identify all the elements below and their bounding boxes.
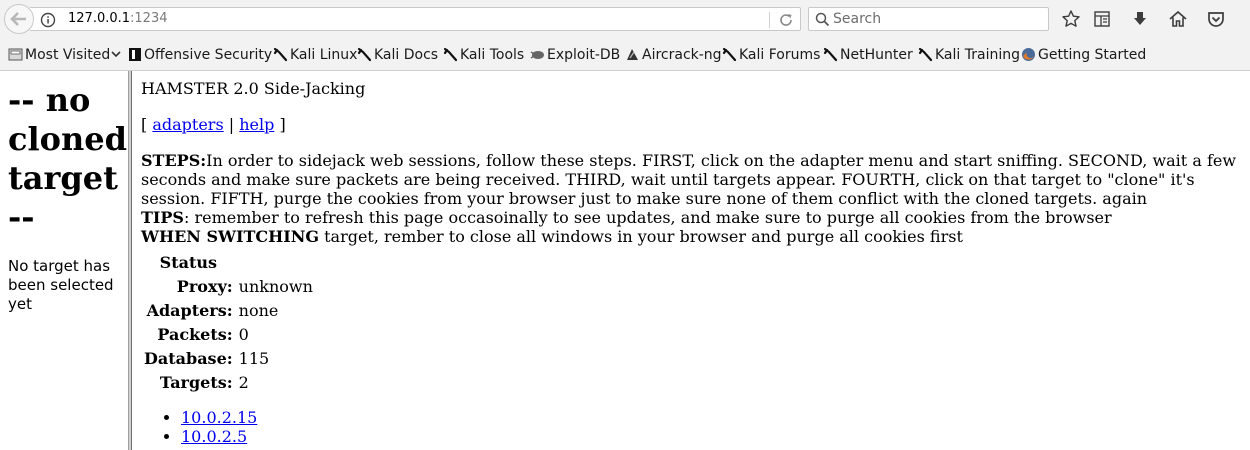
status-value: unknown bbox=[238, 276, 313, 296]
switching-label: WHEN SWITCHING bbox=[141, 227, 320, 246]
bookmark-label: Kali Linux bbox=[290, 47, 358, 63]
bookmark-label: NetHunter bbox=[840, 47, 913, 63]
no-target-message: No target has been selected yet bbox=[8, 257, 114, 313]
bookmark-kali-forums[interactable]: Kali Forums bbox=[722, 46, 820, 64]
steps-text: In order to sidejack web sessions, follo… bbox=[141, 151, 1237, 208]
page-title: HAMSTER 2.0 Side-Jacking bbox=[141, 79, 366, 98]
search-icon bbox=[815, 12, 830, 31]
home-icon[interactable] bbox=[1168, 9, 1188, 29]
reload-icon[interactable] bbox=[778, 12, 794, 32]
bookmark-exploit-db[interactable]: Exploit-DB bbox=[530, 46, 620, 64]
offsec-icon bbox=[128, 47, 142, 67]
folder-icon bbox=[8, 47, 23, 67]
status-label: Database: bbox=[144, 348, 233, 368]
status-label: Targets: bbox=[159, 372, 233, 392]
bookmark-kali-training[interactable]: Kali Training bbox=[918, 46, 1020, 64]
bookmark-most-visited[interactable]: Most Visited bbox=[8, 46, 122, 64]
right-frame: HAMSTER 2.0 Side-Jacking [ adapters | he… bbox=[141, 71, 1250, 450]
kali-dragon-icon bbox=[823, 47, 838, 67]
status-row: Database: 115 bbox=[143, 347, 314, 369]
status-value: none bbox=[238, 300, 279, 320]
instructions: STEPS:In order to sidejack web sessions,… bbox=[141, 151, 1250, 246]
status-row: Adapters: none bbox=[143, 299, 314, 321]
browser-toolbar: 127.0.0.1:1234 bbox=[0, 0, 1250, 38]
back-arrow-icon bbox=[10, 12, 26, 26]
status-label: Adapters: bbox=[146, 300, 233, 320]
bookmark-label: Exploit-DB bbox=[547, 47, 621, 63]
help-link[interactable]: help bbox=[239, 115, 274, 134]
bookmark-star-icon[interactable] bbox=[1061, 9, 1081, 29]
frame-divider[interactable] bbox=[128, 71, 132, 450]
status-label: Proxy: bbox=[176, 276, 233, 296]
bookmark-label: Aircrack-ng bbox=[642, 47, 722, 63]
bookmark-kali-docs[interactable]: Kali Docs bbox=[357, 46, 438, 64]
bookmark-label: Getting Started bbox=[1038, 47, 1147, 63]
bookmark-label: Kali Forums bbox=[739, 47, 821, 63]
kali-dragon-icon bbox=[273, 47, 288, 67]
nav-links: [ adapters | help ] bbox=[141, 115, 286, 135]
targets-list: 10.0.2.15 10.0.2.5 bbox=[159, 408, 257, 446]
status-label: Packets: bbox=[157, 324, 233, 344]
pocket-icon[interactable] bbox=[1206, 9, 1226, 29]
left-frame: -- no cloned target -- No target has bee… bbox=[0, 71, 128, 450]
bookmark-offensive-security[interactable]: Offensive Security bbox=[128, 46, 272, 64]
list-item: 10.0.2.15 bbox=[181, 408, 257, 427]
bookmark-label: Kali Tools bbox=[460, 47, 525, 63]
bookmark-label: Kali Docs bbox=[374, 47, 439, 63]
back-button[interactable] bbox=[4, 4, 34, 34]
tips-label: TIPS bbox=[141, 208, 184, 227]
status-header: Status bbox=[159, 252, 217, 272]
steps-label: STEPS: bbox=[141, 151, 207, 170]
bookmark-nethunter[interactable]: NetHunter bbox=[823, 46, 913, 64]
info-icon[interactable] bbox=[40, 12, 56, 32]
search-input[interactable] bbox=[833, 9, 1043, 29]
status-row: Targets: 2 bbox=[143, 371, 314, 393]
cloned-target-heading: -- no cloned target -- bbox=[8, 81, 127, 236]
status-value: 115 bbox=[238, 348, 270, 368]
kali-dragon-icon bbox=[357, 47, 372, 67]
status-value: 0 bbox=[238, 324, 249, 344]
reading-list-icon[interactable] bbox=[1092, 9, 1112, 29]
bookmark-kali-linux[interactable]: Kali Linux bbox=[273, 46, 357, 64]
target-link[interactable]: 10.0.2.15 bbox=[181, 408, 257, 427]
tips-text: : remember to refresh this page occasoin… bbox=[183, 208, 1112, 227]
target-link[interactable]: 10.0.2.5 bbox=[181, 427, 247, 446]
page-content: -- no cloned target -- No target has bee… bbox=[0, 71, 1250, 450]
switching-text: target, rember to close all windows in y… bbox=[319, 227, 963, 246]
bookmark-kali-tools[interactable]: Kali Tools bbox=[443, 46, 524, 64]
status-table: Status Proxy: unknown Adapters: none Packe… bbox=[141, 249, 316, 395]
chevron-down-icon bbox=[110, 47, 122, 63]
bookmarks-toolbar: Most Visited Offensive Security Kali Lin… bbox=[0, 38, 1250, 71]
status-row: Packets: 0 bbox=[143, 323, 314, 345]
kali-dragon-icon bbox=[443, 47, 458, 67]
bookmark-label: Most Visited bbox=[25, 47, 111, 63]
exploit-db-icon bbox=[530, 47, 545, 67]
nav-bracket-close: ] bbox=[279, 115, 286, 134]
aircrack-icon bbox=[625, 47, 640, 67]
bookmark-getting-started[interactable]: Getting Started bbox=[1021, 46, 1146, 64]
search-box[interactable] bbox=[808, 7, 1049, 31]
url-text[interactable]: 127.0.0.1:1234 bbox=[68, 11, 168, 26]
bookmark-label: Kali Training bbox=[935, 47, 1020, 63]
url-separator bbox=[769, 12, 770, 28]
status-row: Proxy: unknown bbox=[143, 275, 314, 297]
download-icon[interactable] bbox=[1130, 9, 1150, 29]
kali-dragon-icon bbox=[918, 47, 933, 67]
url-bar[interactable]: 127.0.0.1:1234 bbox=[30, 7, 801, 31]
nav-bracket-open: [ bbox=[141, 115, 148, 134]
bookmark-label: Offensive Security bbox=[144, 47, 273, 63]
adapters-link[interactable]: adapters bbox=[152, 115, 223, 134]
list-item: 10.0.2.5 bbox=[181, 427, 257, 446]
bookmark-aircrack-ng[interactable]: Aircrack-ng bbox=[625, 46, 722, 64]
kali-dragon-icon bbox=[722, 47, 737, 67]
firefox-icon bbox=[1021, 47, 1036, 67]
status-header-row: Status bbox=[143, 251, 314, 273]
nav-separator: | bbox=[228, 115, 235, 134]
status-value: 2 bbox=[238, 372, 249, 392]
